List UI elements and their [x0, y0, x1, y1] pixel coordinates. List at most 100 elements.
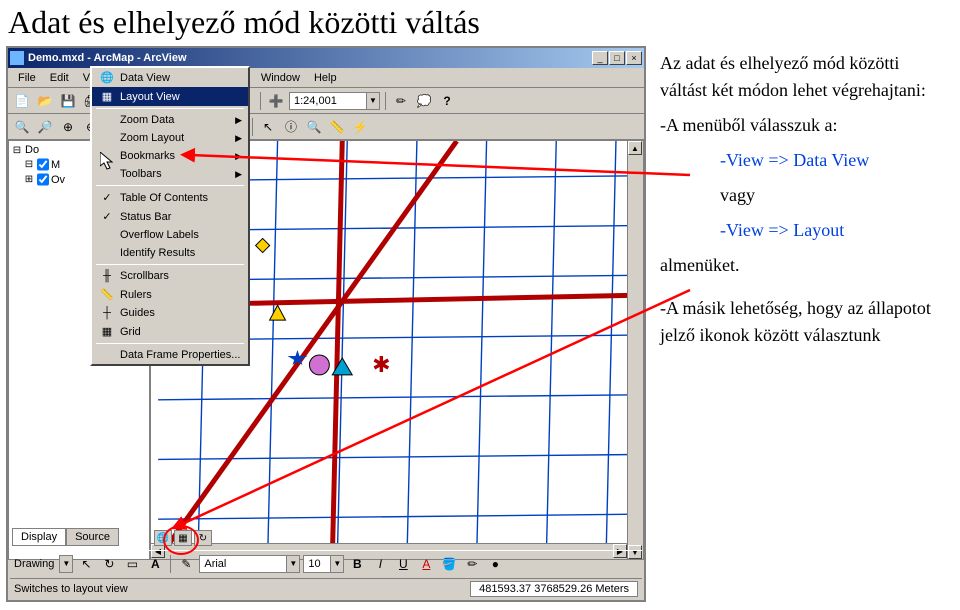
- layout-view-button[interactable]: ▦: [174, 530, 192, 546]
- side-link-dataview: -View => Data View: [720, 147, 950, 174]
- menu-item-guides[interactable]: ┼Guides: [92, 304, 248, 322]
- select-tool-icon[interactable]: ↖: [76, 554, 96, 574]
- menu-item-zoom-layout[interactable]: Zoom Layout▶: [92, 129, 248, 147]
- side-p4: almenüket.: [660, 252, 950, 279]
- menu-item-rulers[interactable]: 📏Rulers: [92, 285, 248, 304]
- guides-icon: ┼: [98, 307, 116, 319]
- vertical-scrollbar[interactable]: ▲ ▼: [627, 141, 643, 559]
- zoom-in-icon[interactable]: 🔍: [12, 117, 32, 137]
- close-button[interactable]: ×: [626, 51, 642, 65]
- menu-item-statusbar[interactable]: ✓Status Bar: [92, 207, 248, 226]
- minimize-button[interactable]: _: [592, 51, 608, 65]
- drawing-label: Drawing: [14, 558, 54, 570]
- fontsize-dropdown-icon[interactable]: ▼: [330, 555, 344, 573]
- fill-color-icon[interactable]: 🪣: [439, 554, 459, 574]
- text-tool-icon[interactable]: A: [145, 554, 165, 574]
- new-button[interactable]: 📄: [12, 91, 32, 111]
- scroll-up-icon[interactable]: ▲: [628, 141, 642, 155]
- menu-edit[interactable]: Edit: [44, 70, 75, 86]
- drawing-toolbar: Drawing ▼ ↖ ↻ ▭ A ✎ ▼ ▼ B I U A 🪣 ✏ ●: [10, 550, 642, 576]
- select-elements-icon[interactable]: ↖: [258, 117, 278, 137]
- check-icon: ✓: [98, 210, 116, 223]
- whatsthis-icon[interactable]: ?: [437, 91, 457, 111]
- side-or: vagy: [720, 182, 950, 209]
- menu-item-layout-view[interactable]: ▦Layout View: [92, 87, 248, 106]
- side-link-layout: -View => Layout: [720, 217, 950, 244]
- menu-item-identify[interactable]: Identify Results: [92, 244, 248, 262]
- menu-file[interactable]: File: [12, 70, 42, 86]
- save-button[interactable]: 💾: [58, 91, 78, 111]
- view-menu-dropdown: 🌐Data View ▦Layout View Zoom Data▶ Zoom …: [90, 66, 250, 366]
- font-input[interactable]: [199, 555, 299, 573]
- side-p1: Az adat és elhelyező mód közötti váltást…: [660, 50, 950, 104]
- svg-text:✱: ✱: [372, 352, 390, 377]
- arcmap-window: Demo.mxd - ArcMap - ArcView _ □ × File E…: [6, 46, 646, 602]
- italic-button[interactable]: I: [370, 554, 390, 574]
- add-data-button[interactable]: ➕: [266, 91, 286, 111]
- hyperlink-icon[interactable]: ⚡: [350, 117, 370, 137]
- chevron-right-icon: ▶: [235, 115, 242, 126]
- tab-source[interactable]: Source: [66, 528, 119, 546]
- font-color-icon[interactable]: A: [416, 554, 436, 574]
- tree-root-label: Do: [25, 144, 39, 156]
- status-coords: 481593.37 3768529.26 Meters: [470, 581, 638, 597]
- statusbar: Switches to layout view 481593.37 376852…: [10, 578, 642, 598]
- menu-item-data-view[interactable]: 🌐Data View: [92, 68, 248, 87]
- chevron-right-icon: ▶: [235, 169, 242, 180]
- menu-separator: [96, 108, 244, 109]
- globe-icon: 🌐: [98, 71, 116, 84]
- explanation-text: Az adat és elhelyező mód közötti váltást…: [660, 50, 950, 357]
- scrollbars-icon: ╫: [98, 270, 116, 282]
- edit-vertices-icon[interactable]: ✎: [176, 554, 196, 574]
- zoom-out-icon[interactable]: 🔎: [35, 117, 55, 137]
- check-icon: ✓: [98, 191, 116, 204]
- menu-item-grid[interactable]: ▦Grid: [92, 322, 248, 341]
- menu-separator: [96, 264, 244, 265]
- menu-item-overflow[interactable]: Overflow Labels: [92, 226, 248, 244]
- identify-icon[interactable]: ⓘ: [281, 117, 301, 137]
- menu-help[interactable]: Help: [308, 70, 343, 86]
- fixed-zoom-in-icon[interactable]: ⊕: [58, 117, 78, 137]
- app-icon: [10, 51, 24, 65]
- menu-separator: [96, 185, 244, 186]
- menu-item-toolbars[interactable]: Toolbars▶: [92, 165, 248, 183]
- editor-tool-icon[interactable]: ✏: [391, 91, 411, 111]
- chevron-right-icon: ▶: [235, 133, 242, 144]
- maximize-button[interactable]: □: [609, 51, 625, 65]
- side-p5: -A másik lehetőség, hogy az állapotot je…: [660, 295, 950, 349]
- grid-icon: ▦: [98, 325, 116, 338]
- help-icon[interactable]: 💭: [414, 91, 434, 111]
- menu-separator: [96, 343, 244, 344]
- line-color-icon[interactable]: ✏: [462, 554, 482, 574]
- side-p2: -A menüből válasszuk a:: [660, 112, 950, 139]
- menu-item-zoom-data[interactable]: Zoom Data▶: [92, 111, 248, 129]
- rotate-tool-icon[interactable]: ↻: [99, 554, 119, 574]
- scale-dropdown-icon[interactable]: ▼: [366, 92, 380, 110]
- underline-button[interactable]: U: [393, 554, 413, 574]
- measure-icon[interactable]: 📏: [327, 117, 347, 137]
- bold-button[interactable]: B: [347, 554, 367, 574]
- status-message: Switches to layout view: [14, 583, 470, 595]
- window-title: Demo.mxd - ArcMap - ArcView: [28, 52, 592, 64]
- menu-item-dataframe-props[interactable]: Data Frame Properties...: [92, 346, 248, 364]
- find-icon[interactable]: 🔍: [304, 117, 324, 137]
- page-title: Adat és elhelyező mód közötti váltás: [0, 0, 960, 43]
- font-dropdown-icon[interactable]: ▼: [286, 555, 300, 573]
- menu-window[interactable]: Window: [255, 70, 306, 86]
- drawing-dropdown-icon[interactable]: ▼: [59, 555, 73, 573]
- layer-checkbox[interactable]: [37, 158, 49, 171]
- chevron-right-icon: ▶: [235, 151, 242, 162]
- layer-checkbox[interactable]: [37, 173, 49, 186]
- menu-item-toc[interactable]: ✓Table Of Contents: [92, 188, 248, 207]
- rulers-icon: 📏: [98, 288, 116, 301]
- marker-color-icon[interactable]: ●: [485, 554, 505, 574]
- open-button[interactable]: 📂: [35, 91, 55, 111]
- refresh-button[interactable]: ↻: [194, 530, 212, 546]
- tab-display[interactable]: Display: [12, 528, 66, 546]
- rectangle-tool-icon[interactable]: ▭: [122, 554, 142, 574]
- titlebar: Demo.mxd - ArcMap - ArcView _ □ ×: [8, 48, 644, 68]
- menu-item-bookmarks[interactable]: Bookmarks▶: [92, 147, 248, 165]
- menu-item-scrollbars[interactable]: ╫Scrollbars: [92, 267, 248, 285]
- layout-icon: ▦: [98, 90, 116, 103]
- data-view-button[interactable]: 🌐: [154, 530, 172, 546]
